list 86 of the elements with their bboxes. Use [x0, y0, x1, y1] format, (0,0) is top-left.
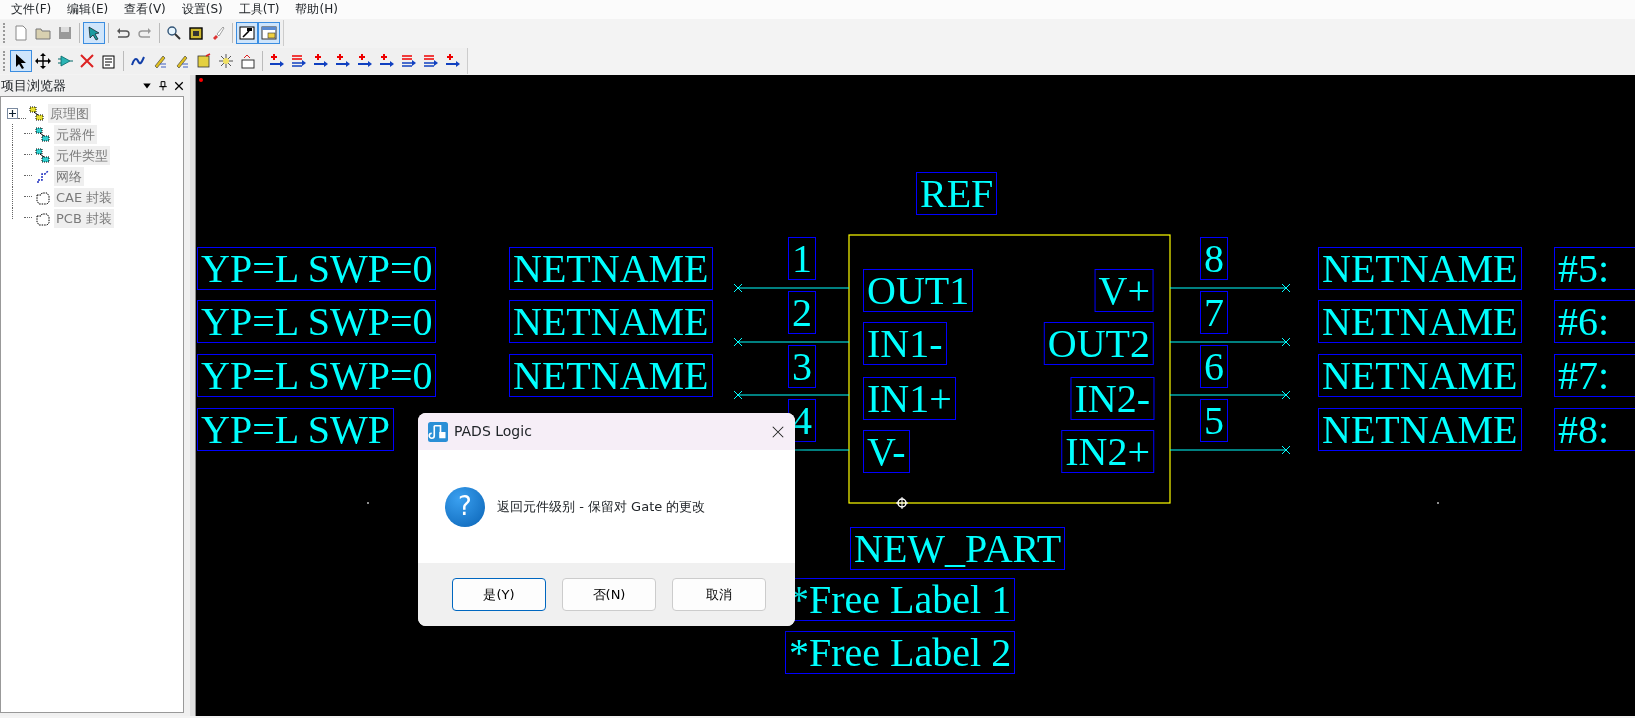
window-icon[interactable] — [261, 25, 277, 41]
tree-item[interactable]: 元件类型 — [54, 145, 110, 166]
pin-icon[interactable] — [335, 53, 351, 69]
menu-item[interactable]: 工具(T) — [230, 0, 288, 19]
pointer-icon[interactable] — [86, 25, 102, 41]
tree-item[interactable]: 原理图 — [48, 103, 91, 124]
pin-icon[interactable] — [357, 53, 373, 69]
menu-item[interactable]: 查看(V) — [116, 0, 174, 19]
properties-icon[interactable] — [101, 53, 117, 69]
net-label: NETNAME — [1318, 408, 1522, 451]
pin-number: 1 — [788, 237, 816, 280]
marker-dot — [199, 78, 203, 82]
part-icon — [35, 126, 51, 143]
pin-icon[interactable] — [313, 53, 329, 69]
tree-item[interactable]: 元器件 — [54, 124, 97, 145]
net-label: NETNAME — [1318, 300, 1522, 343]
attribute-label: YP=L SWP — [197, 408, 394, 451]
schematic-icon — [29, 105, 45, 122]
menu-item[interactable]: 文件(F) — [3, 0, 60, 19]
part-name-label: NEW_PART — [850, 527, 1066, 570]
folder-icon[interactable] — [35, 25, 51, 41]
question-icon: ? — [445, 486, 485, 527]
origin-marker — [895, 496, 909, 510]
tree-item[interactable]: PCB 封装 — [54, 208, 114, 229]
close-icon[interactable] — [771, 424, 785, 439]
pin-number: 6 — [1200, 345, 1228, 388]
dialog-button[interactable]: 取消 — [672, 578, 766, 611]
pin-name: IN2- — [1070, 377, 1154, 420]
pin-label: #8: — [1554, 408, 1635, 451]
net-icon — [35, 168, 51, 185]
gate-icon[interactable] — [57, 53, 73, 69]
expander-icon[interactable] — [7, 108, 18, 119]
pin-name: OUT1 — [863, 269, 974, 312]
grid-dot — [367, 502, 369, 504]
pin-icon[interactable] — [379, 53, 395, 69]
attribute-label: YP=L SWP=0 — [197, 300, 437, 343]
ref-label: REF — [916, 172, 998, 215]
pin-icon[interactable] — [158, 80, 168, 91]
pin-name: OUT2 — [1043, 322, 1154, 365]
menu-item[interactable]: 设置(S) — [173, 0, 231, 19]
panel-title: 项目浏览器 — [1, 76, 66, 95]
pencil-icon[interactable] — [174, 53, 190, 69]
tree-item[interactable]: CAE 封装 — [54, 187, 115, 208]
pin-number: 5 — [1200, 399, 1228, 442]
pin-number: 8 — [1200, 237, 1228, 280]
grid-dot — [1437, 502, 1439, 504]
net-label: NETNAME — [509, 354, 713, 397]
pins-icon[interactable] — [423, 53, 439, 69]
pin-name: IN2+ — [1061, 430, 1154, 473]
part-icon — [35, 147, 51, 164]
pin-name: V- — [863, 430, 910, 473]
net-label: NETNAME — [1318, 354, 1522, 397]
attribute-label: YP=L SWP=0 — [197, 354, 437, 397]
delete-icon[interactable] — [79, 53, 95, 69]
dialog-title: PADS Logic — [454, 422, 533, 441]
free-label: *Free Label 2 — [785, 631, 1016, 674]
attribute-label: YP=L SWP=0 — [197, 247, 437, 290]
pin-icon[interactable] — [445, 53, 461, 69]
app-logo-icon — [428, 421, 448, 442]
close-icon[interactable] — [174, 80, 184, 91]
menu-item[interactable]: 编辑(E) — [59, 0, 117, 19]
pencil-icon[interactable] — [152, 53, 168, 69]
pin-name: IN1- — [863, 322, 947, 365]
dialog-button[interactable]: 否(N) — [562, 578, 656, 611]
pin-label: #5: — [1554, 247, 1635, 290]
net-label: NETNAME — [509, 247, 713, 290]
dialog-message: 返回元件级别 - 保留对 Gate 的更改 — [497, 497, 706, 516]
menu-item[interactable]: 帮助(H) — [287, 0, 346, 19]
pins-icon[interactable] — [401, 53, 417, 69]
net-label: NETNAME — [509, 300, 713, 343]
spark-icon[interactable] — [218, 53, 234, 69]
tree-item[interactable]: 网络 — [54, 166, 84, 187]
pin-name: IN1+ — [863, 377, 956, 420]
pin-number: 7 — [1200, 291, 1228, 334]
pin-icon[interactable] — [269, 53, 285, 69]
dialog-button[interactable]: 是(Y) — [452, 578, 546, 611]
pin-label: #6: — [1554, 300, 1635, 343]
pins-icon[interactable] — [291, 53, 307, 69]
pin-number: 2 — [788, 291, 816, 334]
move-icon[interactable] — [35, 53, 51, 69]
net-label: NETNAME — [1318, 247, 1522, 290]
search-icon[interactable] — [166, 25, 182, 41]
pin-name: V+ — [1094, 269, 1154, 312]
frame-icon[interactable] — [188, 25, 204, 41]
pin-label: #7: — [1554, 354, 1635, 397]
pin-number: 3 — [788, 345, 816, 388]
